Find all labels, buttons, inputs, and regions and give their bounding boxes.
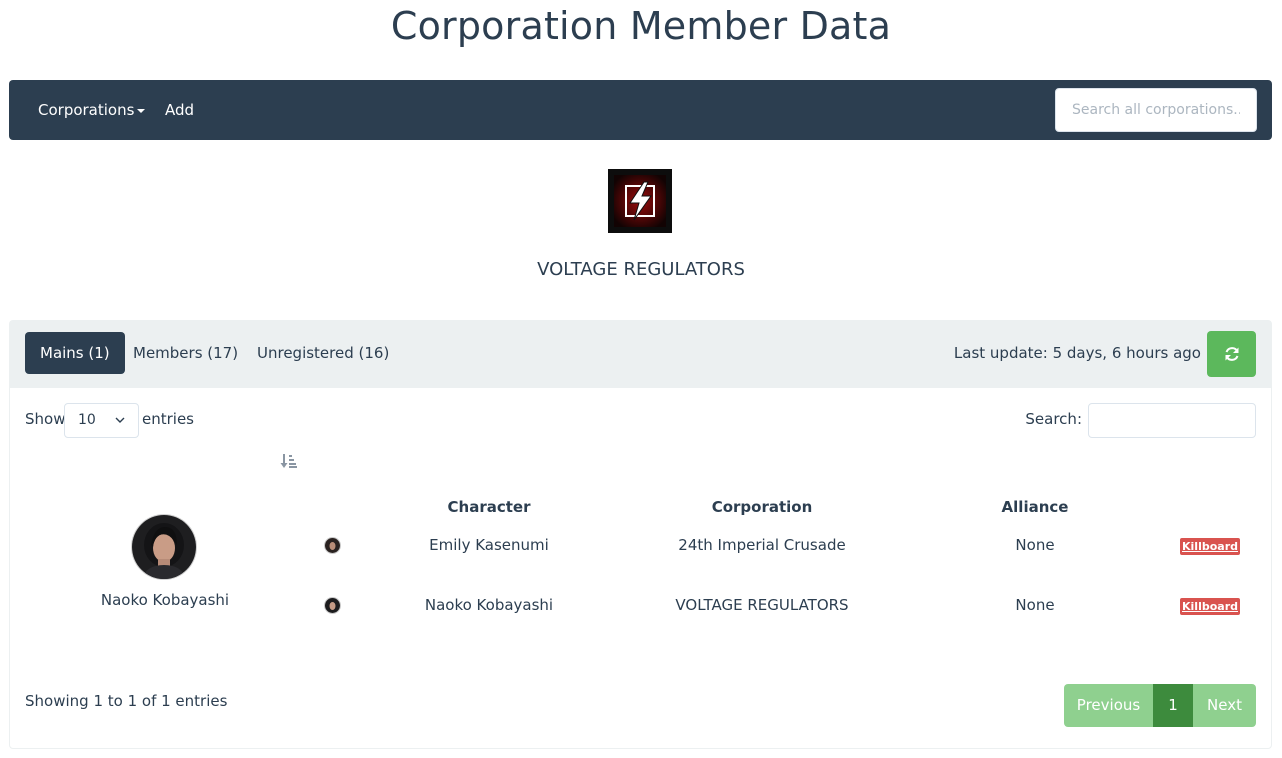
panel-header: Mains (1) Members (17) Unregistered (16)…: [10, 321, 1271, 388]
next-page-button[interactable]: Next: [1193, 684, 1256, 727]
caret-down-icon: [137, 108, 146, 113]
table-search-input[interactable]: [1088, 403, 1256, 438]
pagination: Previous 1 Next: [1064, 684, 1256, 727]
corporations-dropdown[interactable]: Corporations: [38, 80, 146, 140]
search-corporations-input[interactable]: [1055, 88, 1257, 132]
corporation-cell[interactable]: 24th Imperial Crusade: [642, 536, 882, 554]
previous-page-button[interactable]: Previous: [1064, 684, 1153, 727]
sort-icon[interactable]: [280, 452, 298, 470]
character-avatar: [325, 598, 340, 613]
corporation-logo: [608, 169, 672, 233]
character-avatar: [325, 538, 340, 553]
killboard-link[interactable]: Killboard: [1180, 598, 1240, 615]
chevron-down-icon: [115, 417, 125, 423]
alliance-cell: None: [1015, 596, 1055, 614]
page-1-button[interactable]: 1: [1153, 684, 1193, 727]
corporation-name: VOLTAGE REGULATORS: [537, 259, 745, 280]
refresh-button[interactable]: [1207, 331, 1256, 377]
members-panel: Mains (1) Members (17) Unregistered (16)…: [9, 320, 1272, 749]
avatar-image: [325, 598, 340, 613]
killboard-link[interactable]: Killboard: [1180, 538, 1240, 555]
entries-label: entries: [142, 410, 194, 428]
entries-length-value: 10: [78, 412, 96, 428]
search-label: Search:: [1025, 410, 1082, 428]
show-label: Show: [25, 410, 66, 428]
column-header-alliance[interactable]: Alliance: [975, 498, 1095, 516]
avatar-image: [325, 538, 340, 553]
showing-entries-info: Showing 1 to 1 of 1 entries: [25, 692, 228, 710]
refresh-icon: [1225, 347, 1238, 361]
portrait-image: [132, 515, 196, 579]
entries-length-select[interactable]: 10: [64, 403, 139, 438]
navbar: Corporations Add: [9, 80, 1272, 140]
main-character-portrait[interactable]: [132, 515, 196, 579]
column-header-corporation[interactable]: Corporation: [672, 498, 852, 516]
character-name[interactable]: Naoko Kobayashi: [389, 596, 589, 614]
column-header-character[interactable]: Character: [429, 498, 549, 516]
tab-unregistered[interactable]: Unregistered (16): [242, 332, 404, 374]
main-character-name: Naoko Kobayashi: [100, 591, 230, 609]
tab-mains[interactable]: Mains (1): [25, 332, 125, 374]
tab-members[interactable]: Members (17): [118, 332, 253, 374]
page-title: Corporation Member Data: [390, 4, 892, 48]
add-link[interactable]: Add: [165, 80, 194, 140]
last-update-text: Last update: 5 days, 6 hours ago: [953, 344, 1201, 362]
corporation-cell[interactable]: VOLTAGE REGULATORS: [642, 596, 882, 614]
character-name[interactable]: Emily Kasenumi: [389, 536, 589, 554]
corporations-label: Corporations: [38, 101, 135, 119]
alliance-cell: None: [1015, 536, 1055, 554]
